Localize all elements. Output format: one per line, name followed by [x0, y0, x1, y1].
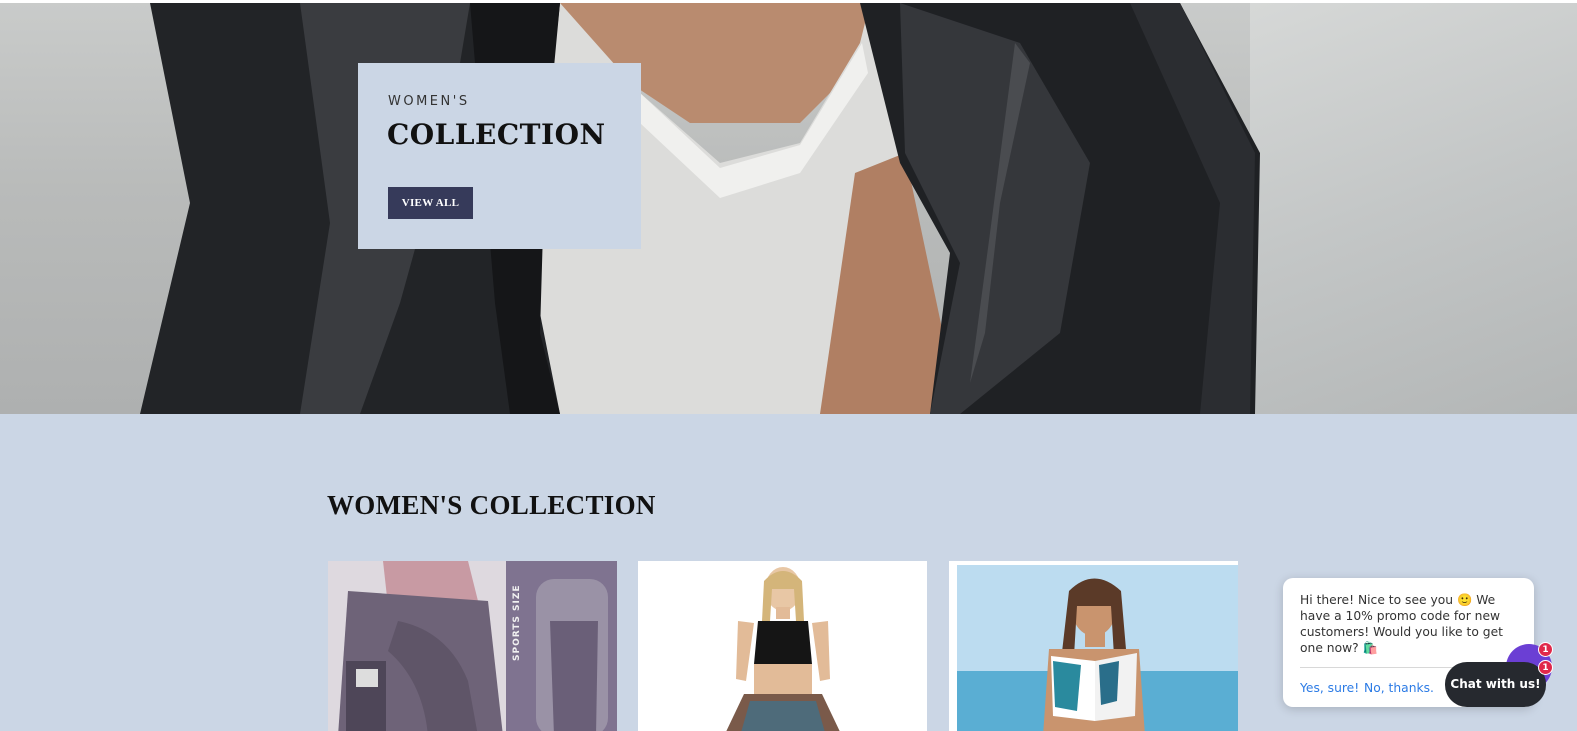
chat-message: Hi there! Nice to see you 🙂 We have a 10… [1300, 593, 1503, 655]
notification-badge: 1 [1538, 642, 1553, 657]
product-image-crop-top [638, 561, 927, 731]
notification-badge: 1 [1538, 660, 1553, 675]
product-card[interactable] [949, 561, 1238, 731]
section-title: WOMEN'S COLLECTION [327, 490, 656, 520]
product-card[interactable] [638, 561, 927, 731]
page: WOMEN'S COLLECTION VIEW ALL WOMEN'S COLL… [0, 0, 1577, 731]
promo-title: COLLECTION [387, 118, 606, 151]
product-card[interactable]: SPORTS SIZE [328, 561, 617, 731]
product-image-swim-top [949, 561, 1238, 731]
chat-yes-button[interactable]: Yes, sure! [1300, 681, 1359, 695]
product-image-leggings [328, 561, 617, 731]
promo-card: WOMEN'S COLLECTION VIEW ALL [358, 63, 641, 249]
hero-photo [140, 3, 1260, 414]
hero-banner: WOMEN'S COLLECTION VIEW ALL [0, 3, 1577, 414]
chat-no-button[interactable]: No, thanks. [1364, 681, 1434, 695]
view-all-button[interactable]: VIEW ALL [388, 187, 473, 219]
chat-with-us-button[interactable]: Chat with us! [1445, 662, 1546, 707]
promo-eyebrow: WOMEN'S [388, 94, 470, 109]
